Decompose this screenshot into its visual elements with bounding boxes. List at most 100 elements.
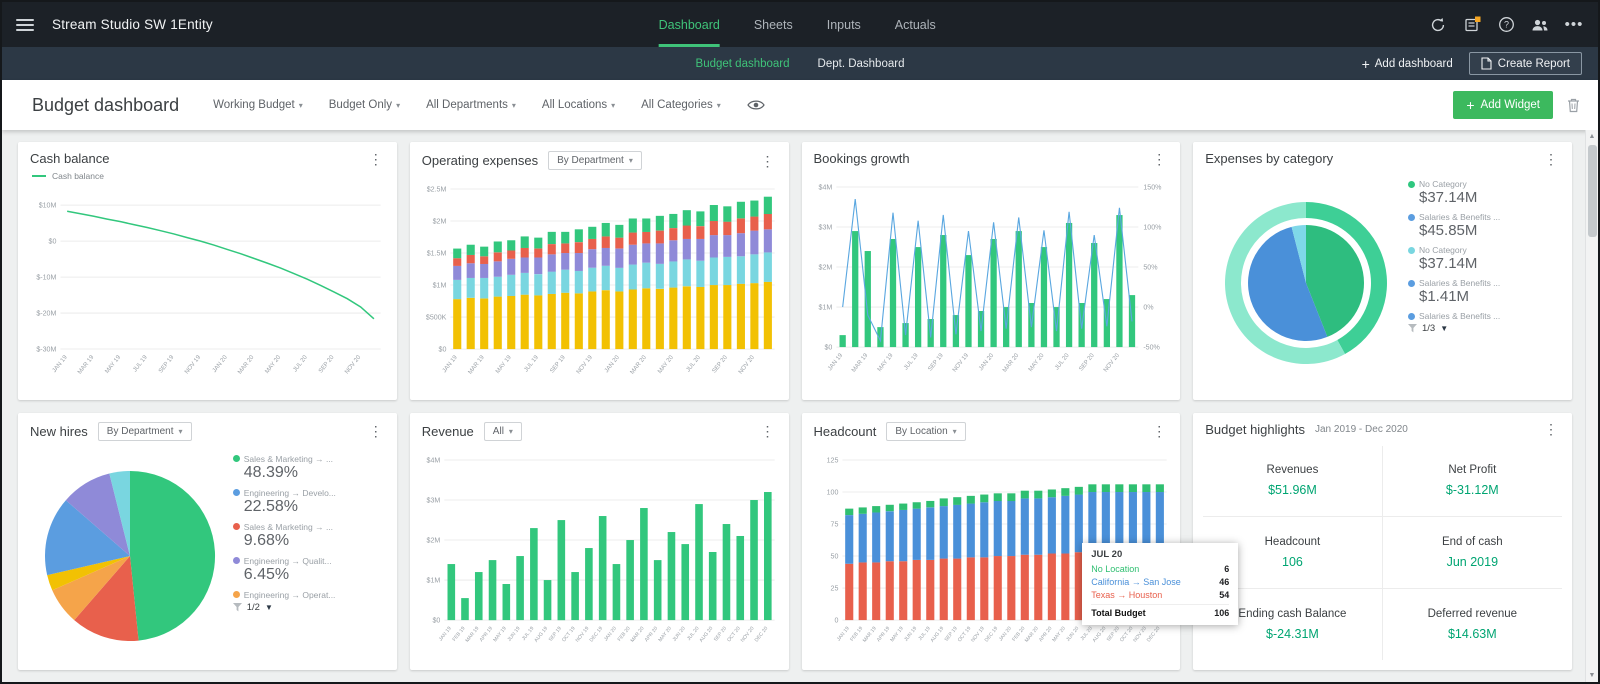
legend-entry-label: No Category [1408, 245, 1560, 255]
scope-dropdown[interactable]: All ▾ [483, 421, 522, 441]
department-dropdown[interactable]: By Department ▾ [548, 151, 642, 170]
svg-text:AUG 19: AUG 19 [533, 625, 549, 643]
widget-menu-icon[interactable]: ⋮ [367, 152, 385, 166]
metric-cell: End of cash Jun 2019 [1382, 517, 1562, 589]
legend-pager[interactable]: 1/3 ▼ [1408, 323, 1560, 334]
tooltip-row: Texas → Houston 54 [1091, 590, 1230, 601]
widget-menu-icon[interactable]: ⋮ [759, 154, 777, 168]
svg-text:JUN 20: JUN 20 [1065, 625, 1080, 642]
nav-tab-actuals[interactable]: Actuals [895, 2, 936, 47]
help-icon[interactable]: ? [1496, 15, 1516, 35]
legend-dot [232, 557, 240, 564]
add-dashboard-button[interactable]: + Add dashboard [1362, 57, 1453, 71]
svg-text:AUG 20: AUG 20 [698, 625, 714, 643]
pager-down-icon[interactable]: ▼ [265, 603, 273, 612]
svg-text:NOV 20: NOV 20 [344, 354, 362, 375]
filter-working-budget[interactable]: Working Budget ▾ [213, 99, 303, 111]
donut-legend: No Category $37.14M Salaries & Benefits … [1408, 171, 1560, 396]
users-icon[interactable] [1530, 15, 1550, 35]
svg-text:$1M: $1M [818, 304, 832, 312]
svg-text:DEC 19: DEC 19 [588, 625, 604, 643]
svg-text:50: 50 [830, 552, 838, 560]
widget-title: Headcount [813, 423, 877, 439]
chevron-down-icon: ▾ [628, 156, 633, 165]
widget-menu-icon[interactable]: ⋮ [1150, 424, 1168, 438]
legend-entry-label: Salaries & Benefits ... [1408, 278, 1560, 288]
chevron-down-icon: ▾ [178, 426, 183, 436]
svg-text:100: 100 [826, 488, 838, 496]
widget-menu-icon[interactable]: ⋮ [1542, 422, 1560, 436]
legend-dot [1408, 180, 1415, 188]
nav-tab-dashboard[interactable]: Dashboard [658, 2, 720, 47]
svg-text:JAN 20: JAN 20 [604, 354, 621, 374]
svg-text:100%: 100% [1143, 224, 1162, 232]
menu-icon[interactable] [16, 18, 34, 31]
legend-dot [232, 455, 240, 462]
tab-budget-dashboard[interactable]: Budget dashboard [696, 58, 790, 70]
svg-text:JUL 19: JUL 19 [132, 354, 149, 373]
pager-down-icon[interactable]: ▼ [1440, 324, 1448, 333]
tooltip-total-row: Total Budget 106 [1091, 604, 1230, 618]
scrollbar-track[interactable] [1586, 143, 1598, 669]
refresh-icon[interactable] [1428, 15, 1448, 35]
widget-title: Revenue [421, 423, 474, 439]
legend-pager[interactable]: 1/2 ▼ [232, 602, 385, 613]
filter-departments[interactable]: All Departments ▾ [426, 99, 516, 111]
legend-entry-value: $37.14M [1419, 189, 1478, 206]
highlights-grid: Revenues $51.96M Net Profit $-31.12M Headc… [1203, 445, 1562, 660]
svg-text:SEP 20: SEP 20 [318, 354, 336, 374]
svg-text:$2.5M: $2.5M [426, 186, 446, 194]
svg-text:NOV 20: NOV 20 [1132, 625, 1148, 643]
create-report-button[interactable]: Create Report [1468, 52, 1582, 75]
tab-dept-dashboard[interactable]: Dept. Dashboard [818, 58, 905, 70]
vertical-scrollbar[interactable]: ▲ ▼ [1585, 130, 1598, 682]
visibility-eye-icon[interactable] [747, 99, 765, 111]
scroll-up-icon[interactable]: ▲ [1589, 130, 1596, 143]
svg-text:DEC 20: DEC 20 [1145, 625, 1161, 643]
tasks-icon[interactable] [1462, 15, 1482, 35]
widget-budget-highlights: Budget highlights Jan 2019 - Dec 2020 ⋮ … [1193, 412, 1572, 670]
filter-categories[interactable]: All Categories ▾ [641, 99, 721, 111]
more-icon[interactable]: ••• [1564, 15, 1584, 35]
widget-operating-expenses: Operating expenses By Department ▾ ⋮ $0 $5… [409, 142, 789, 400]
metric-cell: Revenues $51.96M [1203, 445, 1383, 517]
svg-text:JAN 19: JAN 19 [835, 625, 850, 642]
tooltip-title: JUL 20 [1091, 549, 1123, 561]
scrollbar-thumb[interactable] [1588, 145, 1597, 237]
widget-menu-icon[interactable]: ⋮ [367, 424, 385, 438]
tooltip-row: No Location 6 [1091, 564, 1230, 575]
legend-entry-value: $45.85M [1419, 222, 1478, 239]
nav-tab-sheets[interactable]: Sheets [754, 2, 793, 47]
trash-icon[interactable] [1567, 98, 1580, 113]
legend-label: Cash balance [52, 171, 104, 181]
svg-text:MAR 19: MAR 19 [851, 352, 870, 373]
widget-menu-icon[interactable]: ⋮ [759, 424, 777, 438]
svg-text:SEP 19: SEP 19 [158, 354, 176, 374]
svg-text:DEC 20: DEC 20 [753, 625, 769, 643]
location-dropdown[interactable]: By Location ▾ [886, 421, 966, 441]
filter-budget-only[interactable]: Budget Only ▾ [329, 99, 400, 111]
svg-text:75: 75 [830, 520, 838, 528]
svg-text:JAN 19: JAN 19 [52, 354, 69, 374]
legend-entry-value: 22.58% [243, 497, 299, 515]
filter-locations[interactable]: All Locations ▾ [542, 99, 615, 111]
widget-period: Jan 2019 - Dec 2020 [1315, 423, 1408, 435]
svg-text:SEP 19: SEP 19 [927, 352, 945, 372]
nav-tab-inputs[interactable]: Inputs [827, 2, 861, 47]
svg-text:MAR 20: MAR 20 [237, 354, 256, 375]
legend-entry-value: $1.41M [1419, 288, 1470, 305]
svg-text:0%: 0% [1143, 304, 1154, 312]
scroll-down-icon[interactable]: ▼ [1589, 669, 1596, 682]
department-dropdown[interactable]: By Department ▾ [97, 421, 192, 441]
add-widget-button[interactable]: + Add Widget [1453, 91, 1553, 119]
svg-text:APR 19: APR 19 [478, 625, 494, 643]
widget-menu-icon[interactable]: ⋮ [1542, 152, 1560, 166]
svg-text:AUG 20: AUG 20 [1091, 625, 1107, 643]
widget-revenue: Revenue All ▾ ⋮ $0 $1M $2M $3M $4M JAN 19 FEB 1… [409, 412, 789, 670]
bookings-growth-combo-chart: $0 $1M $2M $3M $4M JAN 19 MAR 19 MAY 19 JUL 19 SE… [818, 184, 1162, 374]
widget-title: Cash balance [30, 151, 110, 166]
svg-text:NOV 19: NOV 19 [574, 625, 590, 643]
widget-menu-icon[interactable]: ⋮ [1150, 152, 1168, 166]
svg-text:$4M: $4M [818, 184, 832, 192]
add-dashboard-label: Add dashboard [1374, 57, 1453, 70]
